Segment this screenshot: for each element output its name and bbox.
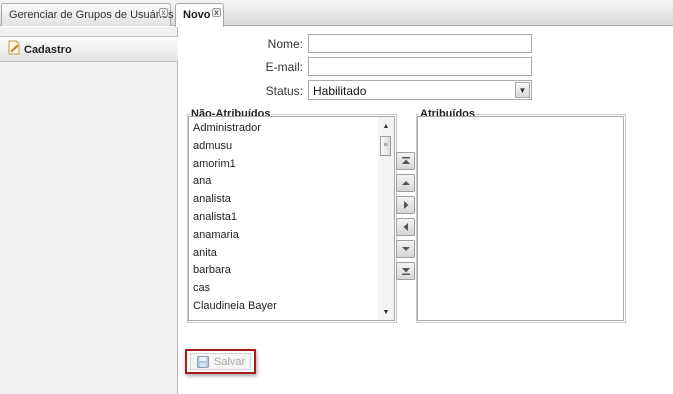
atribuidos-list[interactable] bbox=[417, 116, 624, 321]
vertical-scrollbar[interactable]: ▲ ≡ ▼ bbox=[378, 117, 394, 320]
status-selected-value: Habilitado bbox=[313, 84, 367, 98]
sidebar-item-cadastro[interactable]: Cadastro bbox=[0, 36, 178, 62]
list-item[interactable]: cas bbox=[189, 277, 379, 295]
list-item[interactable]: analista bbox=[189, 188, 379, 206]
sidebar-item-label: Cadastro bbox=[24, 44, 72, 56]
move-up-button[interactable] bbox=[396, 174, 415, 192]
move-down-icon bbox=[402, 247, 410, 251]
move-left-icon bbox=[403, 223, 408, 231]
tab-label: Novo bbox=[183, 9, 211, 21]
list-item[interactable]: anamaria bbox=[189, 224, 379, 242]
status-select[interactable]: Habilitado ▼ bbox=[308, 80, 532, 100]
list-item[interactable]: ana bbox=[189, 170, 379, 188]
move-right-icon bbox=[404, 201, 409, 209]
tab-bar: Gerenciar de Grupos de Usuários x Novo x bbox=[0, 0, 673, 27]
move-up-icon bbox=[402, 181, 410, 185]
move-down-button[interactable] bbox=[396, 240, 415, 258]
tab-label: Gerenciar de Grupos de Usuários bbox=[9, 9, 174, 21]
list-item[interactable]: analista1 bbox=[189, 206, 379, 224]
nao-atribuidos-list[interactable]: Administrador admusu amorim1 ana analista ana… bbox=[188, 116, 395, 321]
tab-novo[interactable]: Novo x bbox=[175, 3, 224, 27]
scroll-down-icon[interactable]: ▼ bbox=[380, 307, 392, 318]
move-bottom-button[interactable] bbox=[396, 262, 415, 280]
move-right-button[interactable] bbox=[396, 196, 415, 214]
nome-label: Nome: bbox=[267, 37, 303, 51]
list-item[interactable]: amorim1 bbox=[189, 153, 379, 171]
list-item[interactable]: admusu bbox=[189, 135, 379, 153]
list-item[interactable]: anita bbox=[189, 242, 379, 260]
chevron-down-icon[interactable]: ▼ bbox=[515, 82, 530, 98]
floppy-disk-icon bbox=[197, 356, 209, 368]
list-item[interactable]: barbara bbox=[189, 259, 379, 277]
move-top-button[interactable] bbox=[396, 152, 415, 170]
save-button[interactable]: Salvar bbox=[190, 353, 251, 370]
nome-input[interactable] bbox=[308, 34, 532, 53]
document-edit-icon bbox=[8, 40, 20, 55]
list-item[interactable]: Claudineia Bayer bbox=[189, 295, 379, 313]
scroll-up-icon[interactable]: ▲ bbox=[380, 121, 392, 132]
close-icon[interactable]: x bbox=[159, 8, 168, 17]
move-top-icon bbox=[402, 157, 410, 164]
app-window: Gerenciar de Grupos de Usuários x Novo x… bbox=[0, 0, 673, 394]
close-icon[interactable]: x bbox=[212, 8, 221, 17]
list-item[interactable]: Administrador bbox=[189, 117, 379, 135]
save-label: Salvar bbox=[214, 356, 246, 368]
status-label: Status: bbox=[265, 84, 303, 98]
email-input[interactable] bbox=[308, 57, 532, 76]
move-bottom-icon bbox=[402, 268, 410, 275]
move-left-button[interactable] bbox=[396, 218, 415, 236]
email-label: E-mail: bbox=[265, 60, 303, 74]
scroll-thumb[interactable]: ≡ bbox=[380, 136, 391, 156]
save-highlight: Salvar bbox=[185, 349, 256, 374]
tab-gerenciar-grupos[interactable]: Gerenciar de Grupos de Usuários x bbox=[1, 3, 174, 26]
sidebar: Cadastro bbox=[0, 27, 178, 394]
